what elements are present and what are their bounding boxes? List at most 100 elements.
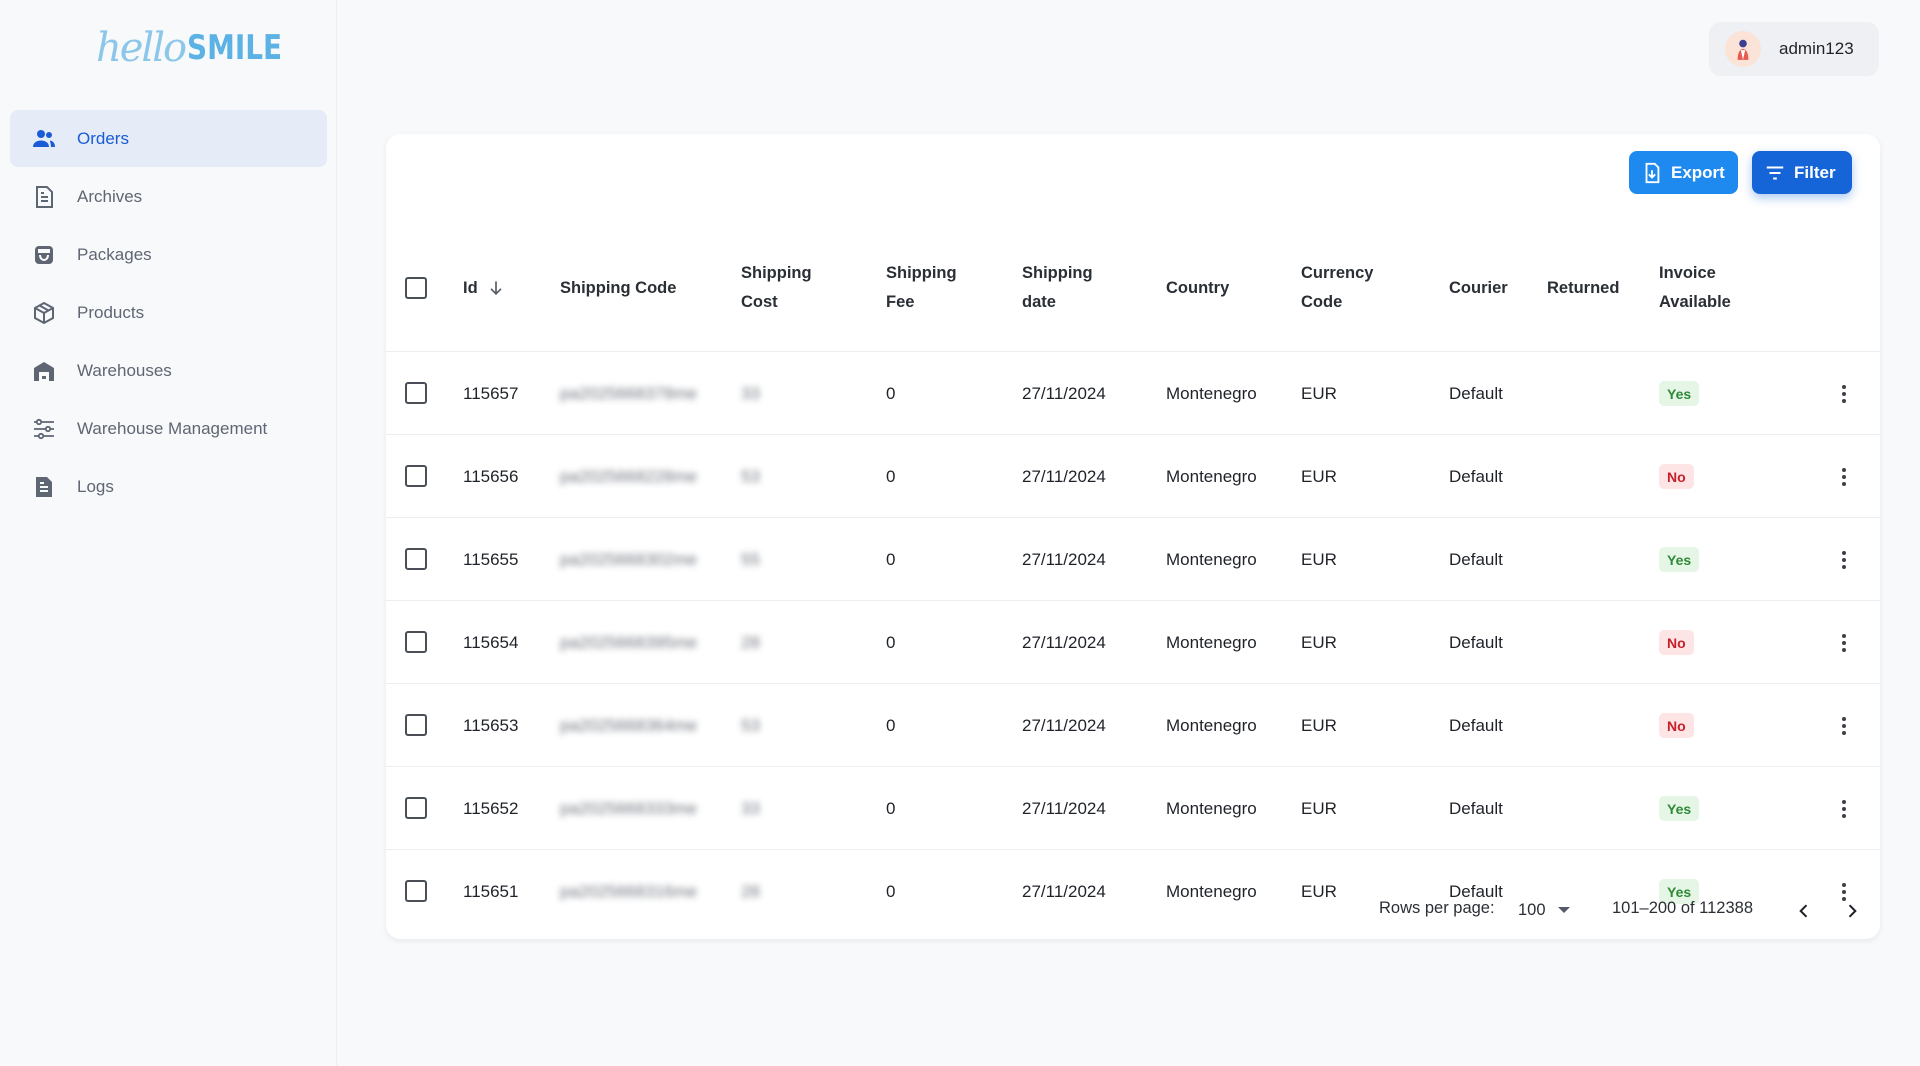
cell-country: Montenegro [1166, 715, 1257, 735]
sidebar-item-orders[interactable]: Orders [10, 110, 327, 167]
row-more-actions-icon[interactable] [1832, 464, 1856, 490]
next-page-button[interactable] [1837, 896, 1867, 926]
cell-shipping-fee: 0 [886, 798, 896, 818]
invoice-status-badge: Yes [1659, 796, 1700, 821]
cell-currency: EUR [1301, 383, 1337, 403]
column-header-country[interactable]: Country [1166, 224, 1229, 352]
cell-country: Montenegro [1166, 466, 1257, 486]
cell-currency: EUR [1301, 715, 1337, 735]
cell-shipping-date: 27/11/2024 [1022, 466, 1106, 486]
cell-currency: EUR [1301, 466, 1337, 486]
row-checkbox[interactable] [405, 382, 427, 404]
cell-currency: EUR [1301, 549, 1337, 569]
previous-page-button[interactable] [1789, 896, 1819, 926]
cell-shipping-cost: 53 [741, 466, 760, 486]
column-header-shipping-date[interactable]: Shipping date [1022, 224, 1093, 352]
column-header-shipping-fee[interactable]: Shipping Fee [886, 224, 957, 352]
column-header-label: Fee [886, 293, 915, 311]
table-row[interactable]: 115654 pa2025668395me 28 0 27/11/2024 Montene… [386, 601, 1880, 684]
cell-courier: Default [1449, 798, 1503, 818]
column-header-label: Invoice [1659, 264, 1716, 282]
cell-shipping-fee: 0 [886, 549, 896, 569]
row-checkbox[interactable] [405, 714, 427, 736]
sort-arrow-down-icon[interactable] [486, 278, 506, 298]
row-more-actions-icon[interactable] [1832, 630, 1856, 656]
log-file-icon [31, 474, 57, 500]
sidebar-item-archives[interactable]: Archives [10, 168, 327, 225]
cell-id: 115656 [463, 466, 519, 486]
rows-per-page-label: Rows per page: [1379, 899, 1495, 917]
column-header-courier[interactable]: Courier [1449, 224, 1508, 352]
filter-icon [1766, 165, 1784, 180]
cell-country: Montenegro [1166, 549, 1257, 569]
cell-courier: Default [1449, 549, 1503, 569]
sliders-icon [31, 416, 57, 442]
sidebar: hello SMILE Orders Archives Packages Pro… [0, 0, 337, 1066]
invoice-status-badge: Yes [1659, 547, 1700, 572]
select-all-checkbox[interactable] [405, 277, 427, 299]
cell-id: 115655 [463, 549, 519, 569]
cell-id: 115657 [463, 383, 519, 403]
cell-shipping-cost: 55 [741, 549, 760, 569]
rows-per-page-select[interactable]: 100 [1518, 892, 1578, 928]
row-more-actions-icon[interactable] [1832, 713, 1856, 739]
cell-shipping-fee: 0 [886, 466, 896, 486]
sidebar-nav: Orders Archives Packages Products Wareho… [10, 110, 327, 516]
cell-shipping-code: pa2025668333me [560, 798, 698, 818]
cell-shipping-date: 27/11/2024 [1022, 549, 1106, 569]
row-checkbox[interactable] [405, 797, 427, 819]
user-menu[interactable]: admin123 [1709, 22, 1879, 76]
sidebar-item-label: Orders [77, 128, 129, 148]
cell-shipping-fee: 0 [886, 383, 896, 403]
sidebar-item-label: Warehouses [77, 360, 172, 380]
invoice-status-badge: No [1659, 713, 1694, 738]
cell-shipping-date: 27/11/2024 [1022, 798, 1106, 818]
table-row[interactable]: 115657 pa2025668378me 33 0 27/11/2024 Montene… [386, 352, 1880, 435]
column-header-id[interactable]: Id [463, 224, 506, 352]
cell-id: 115653 [463, 715, 519, 735]
logo-bold-text: SMILE [187, 28, 283, 68]
filter-button-label: Filter [1794, 162, 1836, 182]
table-row[interactable]: 115653 pa2025668364me 53 0 27/11/2024 Montene… [386, 684, 1880, 767]
row-checkbox[interactable] [405, 548, 427, 570]
sidebar-item-logs[interactable]: Logs [10, 458, 327, 515]
column-header-shipping-code[interactable]: Shipping Code [560, 224, 676, 352]
sidebar-item-products[interactable]: Products [10, 284, 327, 341]
column-header-returned[interactable]: Returned [1547, 224, 1619, 352]
sidebar-item-warehouses[interactable]: Warehouses [10, 342, 327, 399]
row-more-actions-icon[interactable] [1832, 547, 1856, 573]
pagination-range: 101–200 of 112388 [1612, 899, 1753, 917]
cell-country: Montenegro [1166, 632, 1257, 652]
column-header-label: Returned [1547, 278, 1620, 297]
column-header-label: date [1022, 293, 1056, 311]
orders-table-card: Export Filter Id Shipping Code Shipping C… [386, 134, 1880, 939]
cell-id: 115654 [463, 632, 519, 652]
cell-shipping-cost: 33 [741, 383, 760, 403]
row-more-actions-icon[interactable] [1832, 796, 1856, 822]
column-header-label: Shipping [886, 264, 957, 282]
column-header-shipping-cost[interactable]: Shipping Cost [741, 224, 812, 352]
column-header-label: Cost [741, 293, 778, 311]
sidebar-item-warehouse-management[interactable]: Warehouse Management [10, 400, 327, 457]
cell-shipping-code: pa2025668378me [560, 383, 698, 403]
export-button[interactable]: Export [1629, 151, 1738, 194]
row-checkbox[interactable] [405, 465, 427, 487]
table-header: Id Shipping Code Shipping Cost Shipping Fe… [386, 224, 1880, 352]
column-header-invoice-available[interactable]: Invoice Available [1659, 224, 1731, 352]
column-header-currency-code[interactable]: Currency Code [1301, 224, 1373, 352]
column-header-label: Country [1166, 278, 1230, 297]
row-checkbox[interactable] [405, 631, 427, 653]
cell-shipping-cost: 53 [741, 715, 760, 735]
filter-button[interactable]: Filter [1752, 151, 1852, 194]
cell-shipping-fee: 0 [886, 632, 896, 652]
table-row[interactable]: 115655 pa2025668302me 55 0 27/11/2024 Montene… [386, 518, 1880, 601]
cell-currency: EUR [1301, 798, 1337, 818]
users-icon [31, 126, 57, 152]
cell-shipping-date: 27/11/2024 [1022, 383, 1106, 403]
table-row[interactable]: 115656 pa2025668228me 53 0 27/11/2024 Montene… [386, 435, 1880, 518]
table-row[interactable]: 115652 pa2025668333me 33 0 27/11/2024 Montene… [386, 767, 1880, 850]
sidebar-item-packages[interactable]: Packages [10, 226, 327, 283]
row-more-actions-icon[interactable] [1832, 381, 1856, 407]
hellosmile-logo[interactable]: hello SMILE [96, 20, 303, 76]
cell-courier: Default [1449, 466, 1503, 486]
